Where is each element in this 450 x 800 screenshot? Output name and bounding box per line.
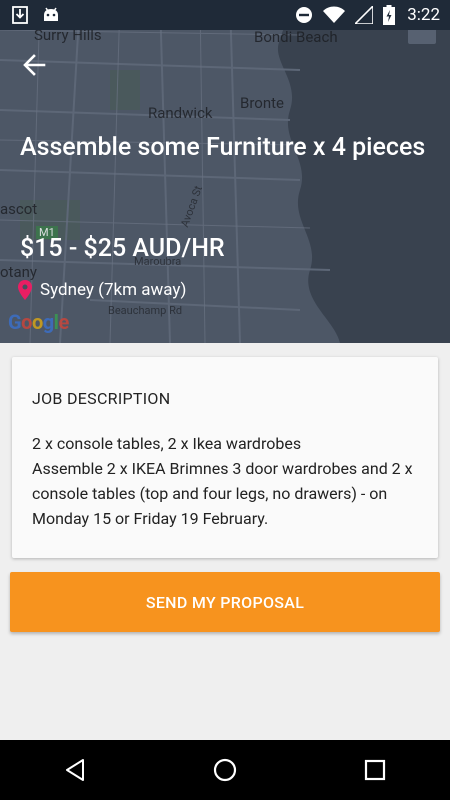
location-text: Sydney (7km away) (40, 280, 187, 300)
nav-recents-icon (364, 759, 386, 781)
google-logo-letter: G (8, 310, 22, 334)
job-title: Assemble some Furniture x 4 pieces (20, 133, 426, 162)
google-logo-letter: e (58, 310, 69, 334)
job-description-card: JOB DESCRIPTION 2 x console tables, 2 x … (12, 357, 438, 558)
job-location: Sydney (7km away) (18, 280, 186, 300)
nav-home-button[interactable] (195, 740, 255, 800)
status-bar: 3:22 (0, 0, 450, 30)
do-not-disturb-icon (296, 7, 313, 23)
android-icon (44, 7, 58, 21)
wifi-icon (323, 6, 346, 23)
navigation-bar (0, 740, 450, 800)
back-button[interactable] (18, 50, 54, 80)
google-logo-letter: o (31, 310, 43, 334)
signal-icon (355, 6, 374, 24)
nav-home-icon (213, 758, 237, 782)
map-label: otany (0, 263, 38, 281)
job-rate: $15 - $25 AUD/HR (20, 234, 225, 263)
google-logo-letter: g (42, 310, 54, 334)
location-pin-icon (18, 280, 32, 300)
description-body: 2 x console tables, 2 x Ikea wardrobes A… (32, 434, 413, 528)
download-icon (12, 6, 28, 24)
status-time: 3:22 (407, 5, 440, 25)
map-label: Bondi Beach (254, 28, 338, 46)
nav-back-icon (66, 759, 84, 781)
nav-back-button[interactable] (45, 740, 105, 800)
send-proposal-button[interactable]: SEND MY PROPOSAL (10, 572, 440, 632)
nav-recents-button[interactable] (345, 740, 405, 800)
google-logo-letter: o (21, 310, 32, 334)
map-label: Randwick (148, 104, 213, 122)
map-label: Bronte (240, 94, 284, 112)
description-heading: JOB DESCRIPTION (32, 389, 171, 408)
map-street-label: Beauchamp Rd (108, 304, 183, 317)
arrow-back-icon (23, 54, 46, 76)
map-label: ascot (0, 200, 38, 218)
google-logo: Google (8, 310, 69, 334)
battery-icon (383, 5, 396, 25)
map-header: Surry Hills Bondi Beach Bronte Randwick … (0, 0, 450, 343)
